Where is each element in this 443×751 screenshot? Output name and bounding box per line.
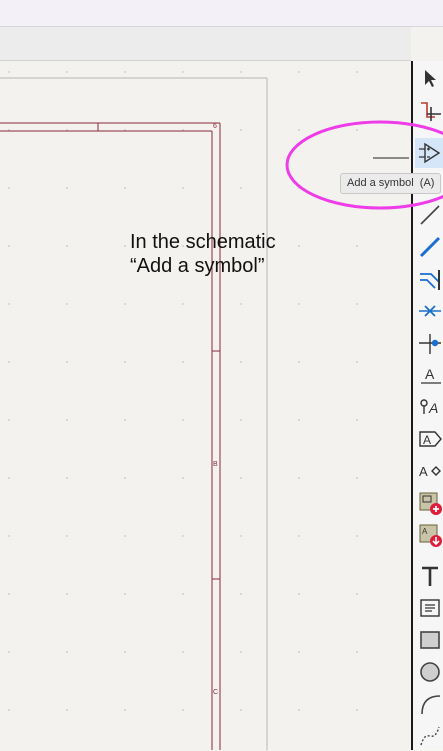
annotation-text: In the schematic “Add a symbol”	[130, 230, 276, 278]
net-label-icon[interactable]: A	[415, 360, 443, 390]
highlight-net-icon[interactable]	[415, 95, 443, 125]
add-wire-icon[interactable]	[415, 232, 443, 262]
tooltip-shortcut: (A)	[419, 177, 435, 189]
svg-text:A: A	[419, 464, 428, 479]
border-marker-top: 6	[213, 123, 217, 130]
tooltip-label: Add a symbol	[347, 177, 414, 189]
right-toolbar: A A A A A	[411, 61, 443, 750]
hierarchical-pin-icon[interactable]: A	[415, 456, 443, 486]
schematic-canvas[interactable]: 6 B C	[0, 61, 411, 750]
junction-icon[interactable]	[415, 328, 443, 358]
annotation-line-2: “Add a symbol”	[130, 255, 265, 277]
add-symbol-tooltip: Add a symbol (A)	[340, 173, 442, 194]
schematic-sheet	[0, 61, 411, 750]
svg-text:A: A	[422, 527, 428, 536]
svg-text:A: A	[425, 366, 435, 382]
svg-text:A: A	[423, 433, 431, 447]
svg-text:A: A	[428, 400, 438, 416]
add-circle-icon[interactable]	[415, 657, 443, 687]
import-sheet-pin-icon[interactable]: A	[415, 520, 443, 550]
window-title-bar	[0, 0, 443, 27]
annotation-line-1: In the schematic	[130, 231, 276, 253]
border-marker-b: B	[213, 461, 218, 468]
global-label-icon[interactable]: A	[415, 392, 443, 422]
add-textbox-icon[interactable]	[415, 593, 443, 623]
add-arc-icon[interactable]	[415, 689, 443, 719]
no-connect-icon[interactable]	[415, 296, 443, 326]
add-bezier-icon[interactable]	[415, 721, 443, 751]
add-symbol-icon[interactable]	[415, 138, 443, 168]
border-marker-c: C	[213, 689, 219, 696]
draw-line-icon[interactable]	[415, 200, 443, 230]
add-text-icon[interactable]	[415, 561, 443, 591]
hierarchical-label-icon[interactable]: A	[415, 424, 443, 454]
top-toolbar	[0, 27, 411, 61]
select-arrow-icon[interactable]	[415, 63, 443, 93]
add-bus-entry-icon[interactable]	[415, 264, 443, 294]
add-rectangle-icon[interactable]	[415, 625, 443, 655]
add-sheet-icon[interactable]	[415, 488, 443, 518]
